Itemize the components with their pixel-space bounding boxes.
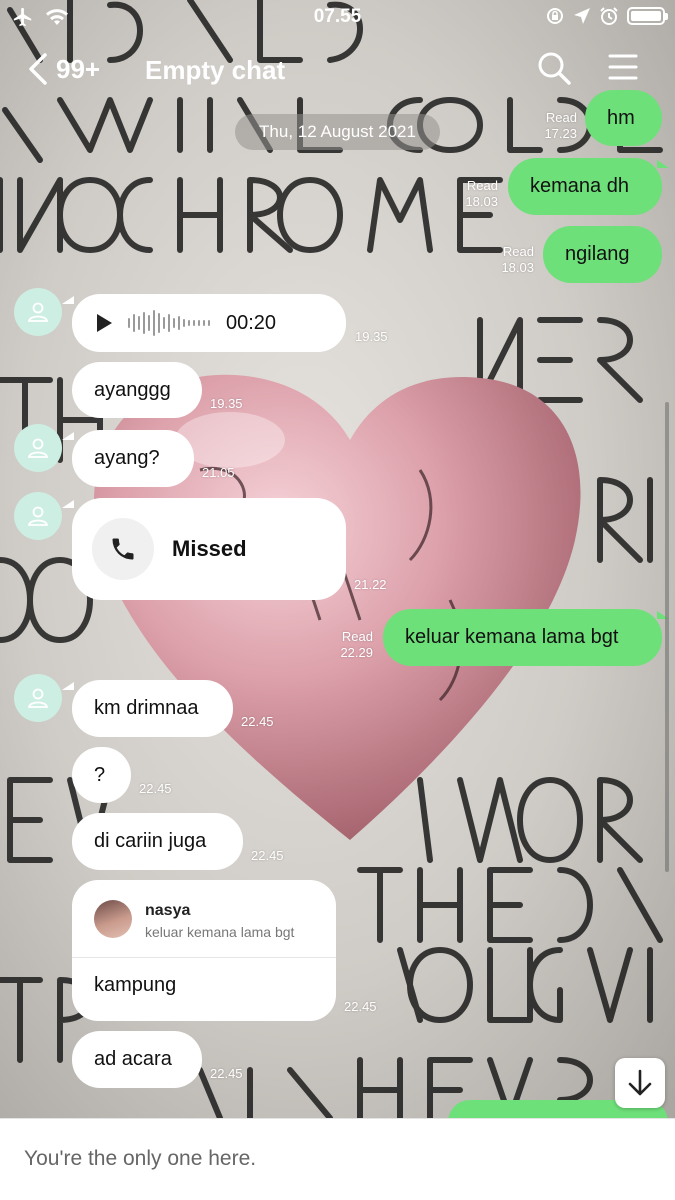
quoted-user-name: nasya bbox=[145, 902, 191, 919]
missed-call-bubble[interactable]: Missed bbox=[72, 498, 346, 600]
back-button[interactable]: 99+ bbox=[28, 52, 100, 86]
message-time: 22.45 bbox=[139, 781, 172, 796]
message-meta: Read 18.03 bbox=[476, 244, 534, 276]
message-bubble[interactable]: keluar kemana lama bgt bbox=[383, 609, 662, 666]
alarm-icon bbox=[600, 7, 618, 25]
location-icon bbox=[574, 8, 590, 24]
menu-icon bbox=[608, 54, 638, 80]
chat-title[interactable]: Empty chat bbox=[145, 55, 285, 86]
message-text: kampung bbox=[94, 974, 177, 996]
bubble-tail bbox=[62, 296, 74, 304]
play-icon[interactable] bbox=[94, 313, 114, 333]
quoted-text: keluar kemana lama bgt bbox=[145, 924, 295, 940]
message-meta: Read 22.29 bbox=[315, 629, 373, 661]
voice-waveform bbox=[128, 310, 210, 336]
contact-avatar[interactable] bbox=[14, 288, 62, 336]
message-text: ayang? bbox=[94, 447, 160, 469]
message-time: 22.45 bbox=[251, 848, 284, 863]
read-status: Read bbox=[545, 110, 577, 125]
person-icon bbox=[27, 688, 49, 708]
rotation-lock-icon bbox=[547, 8, 563, 24]
bubble-tail bbox=[62, 682, 74, 690]
message-text: kemana dh bbox=[530, 175, 629, 197]
read-status: Read bbox=[502, 244, 534, 259]
chat-header: 99+ Empty chat bbox=[0, 40, 675, 100]
battery-level-fill bbox=[631, 11, 661, 21]
bubble-tail bbox=[62, 432, 74, 440]
message-time: 18.03 bbox=[501, 260, 534, 275]
bubble-tail bbox=[657, 160, 669, 168]
message-time: 19.35 bbox=[210, 396, 243, 411]
contact-avatar[interactable] bbox=[14, 674, 62, 722]
message-bubble[interactable]: kemana dh bbox=[508, 158, 662, 215]
search-icon bbox=[538, 52, 571, 85]
arrow-down-icon bbox=[628, 1069, 652, 1096]
phone-icon bbox=[112, 538, 134, 560]
message-time: 22.45 bbox=[344, 999, 377, 1014]
back-chevron-icon bbox=[29, 53, 47, 85]
message-bubble[interactable]: ? bbox=[72, 747, 131, 803]
battery-icon bbox=[627, 7, 668, 25]
person-icon bbox=[27, 506, 49, 526]
message-time: 18.03 bbox=[465, 194, 498, 209]
search-button[interactable] bbox=[536, 50, 572, 91]
message-meta: Read 17.23 bbox=[520, 110, 577, 142]
chat-footer: You're the only one here. bbox=[0, 1118, 675, 1200]
message-text: ? bbox=[94, 763, 106, 786]
message-bubble[interactable]: di cariin juga bbox=[72, 813, 243, 870]
bubble-tail bbox=[62, 500, 74, 508]
message-time: 22.29 bbox=[340, 645, 373, 660]
message-bubble[interactable]: ayanggg bbox=[72, 362, 202, 418]
message-text: keluar kemana lama bgt bbox=[405, 626, 619, 648]
message-text: di cariin juga bbox=[94, 830, 207, 852]
message-time: 22.45 bbox=[210, 1066, 243, 1081]
quoted-user-avatar bbox=[94, 900, 132, 938]
read-status: Read bbox=[466, 178, 498, 193]
message-bubble[interactable]: km drimnaa bbox=[72, 680, 233, 737]
message-text: hm bbox=[607, 106, 635, 129]
message-bubble[interactable]: ad acara bbox=[72, 1031, 202, 1088]
message-time: 17.23 bbox=[544, 126, 577, 141]
quoted-message[interactable]: nasya keluar kemana lama bgt bbox=[72, 880, 336, 958]
scroll-to-bottom-button[interactable] bbox=[615, 1058, 665, 1108]
message-bubble[interactable]: ngilang bbox=[543, 226, 662, 283]
call-status-text: Missed bbox=[172, 536, 247, 561]
menu-button[interactable] bbox=[608, 52, 638, 87]
message-text: ayanggg bbox=[94, 378, 171, 401]
message-bubble[interactable]: ayang? bbox=[72, 430, 194, 487]
message-text: km drimnaa bbox=[94, 697, 199, 719]
contact-avatar[interactable] bbox=[14, 492, 62, 540]
message-meta: Read 18.03 bbox=[440, 178, 498, 210]
message-time: 21.22 bbox=[354, 577, 387, 592]
scrollbar[interactable] bbox=[665, 402, 669, 872]
message-text: ngilang bbox=[565, 243, 630, 265]
message-time: 21.05 bbox=[202, 465, 235, 480]
voice-duration: 00:20 bbox=[226, 311, 277, 334]
message-time: 19.35 bbox=[355, 329, 388, 344]
reply-message-bubble[interactable]: nasya keluar kemana lama bgt kampung bbox=[72, 880, 336, 1021]
read-status: Read bbox=[341, 629, 373, 644]
message-text: ad acara bbox=[94, 1048, 172, 1070]
person-icon bbox=[27, 302, 49, 322]
status-bar: 07.55 bbox=[0, 0, 675, 36]
unread-count: 99+ bbox=[56, 53, 101, 84]
call-icon-container bbox=[92, 518, 154, 580]
voice-message-bubble[interactable]: 00:20 bbox=[72, 294, 346, 352]
message-time: 22.45 bbox=[241, 714, 274, 729]
date-separator: Thu, 12 August 2021 bbox=[235, 114, 440, 150]
person-icon bbox=[27, 438, 49, 458]
footer-notice: You're the only one here. bbox=[24, 1147, 257, 1170]
contact-avatar[interactable] bbox=[14, 424, 62, 472]
